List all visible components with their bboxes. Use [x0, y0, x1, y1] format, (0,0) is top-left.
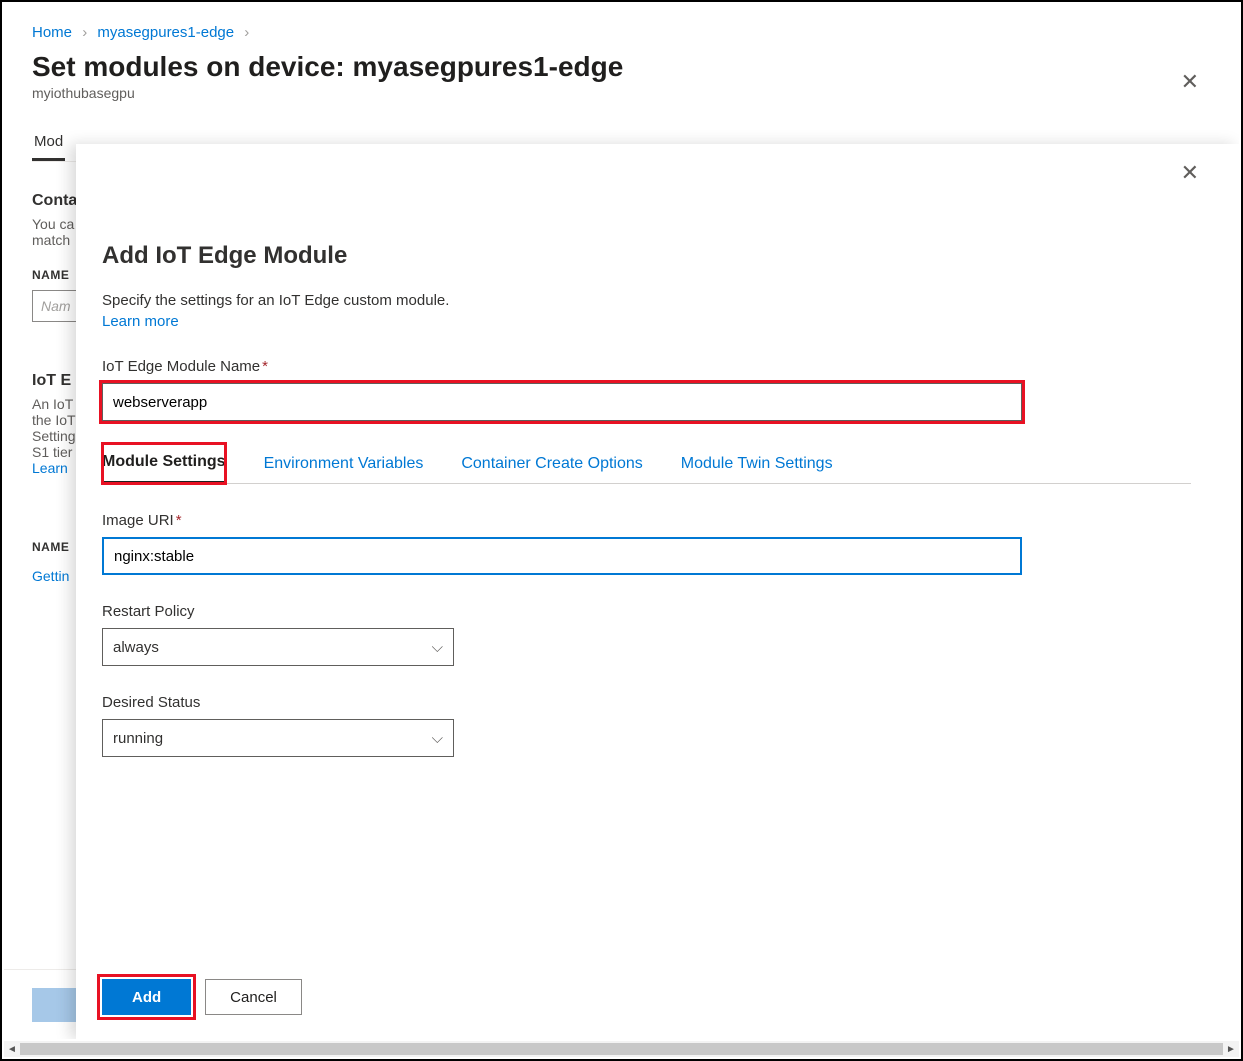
chevron-right-icon: ›	[82, 24, 87, 41]
bg-footer-button[interactable]	[32, 988, 76, 1022]
desired-status-label: Desired Status	[102, 694, 1191, 711]
horizontal-scrollbar[interactable]: ◄ ►	[4, 1041, 1239, 1057]
desired-status-select[interactable]: running ⌵	[102, 719, 454, 757]
learn-link[interactable]: Learn	[32, 460, 68, 476]
breadcrumb-home[interactable]: Home	[32, 24, 72, 41]
breadcrumb-device[interactable]: myasegpures1-edge	[97, 24, 234, 41]
add-module-panel: ✕ Add IoT Edge Module Specify the settin…	[76, 144, 1239, 1039]
restart-policy-select[interactable]: always ⌵	[102, 628, 454, 666]
panel-footer: Add Cancel	[102, 959, 1191, 1015]
chevron-right-icon: ›	[244, 24, 249, 41]
tab-module-settings[interactable]: Module Settings	[102, 443, 226, 484]
panel-title: Add IoT Edge Module	[102, 242, 1191, 270]
image-uri-label: Image URI*	[102, 512, 1191, 529]
row-getting-started[interactable]: Gettin	[32, 568, 69, 584]
chevron-down-icon: ⌵	[432, 639, 443, 656]
breadcrumb: Home › myasegpures1-edge ›	[32, 24, 1211, 41]
add-button[interactable]: Add	[102, 979, 191, 1015]
restart-policy-label: Restart Policy	[102, 603, 1191, 620]
scroll-left-icon[interactable]: ◄	[4, 1044, 20, 1055]
image-uri-input[interactable]	[102, 537, 1022, 575]
chevron-down-icon: ⌵	[432, 730, 443, 747]
scroll-right-icon[interactable]: ►	[1223, 1044, 1239, 1055]
tab-environment-variables[interactable]: Environment Variables	[264, 445, 424, 483]
page-subtitle: myiothubasegpu	[32, 85, 1211, 101]
tab-container-create-options[interactable]: Container Create Options	[461, 445, 642, 483]
module-name-input[interactable]	[102, 383, 1022, 421]
cancel-button[interactable]: Cancel	[205, 979, 302, 1015]
close-icon[interactable]: ✕	[1181, 69, 1199, 95]
tab-module-twin-settings[interactable]: Module Twin Settings	[681, 445, 833, 483]
page-title: Set modules on device: myasegpures1-edge	[32, 51, 1211, 83]
desired-status-value: running	[113, 730, 163, 747]
panel-tabs: Module Settings Environment Variables Co…	[102, 443, 1191, 484]
panel-description: Specify the settings for an IoT Edge cus…	[102, 292, 1191, 309]
tab-modules[interactable]: Mod	[32, 125, 65, 161]
close-icon[interactable]: ✕	[1181, 160, 1199, 186]
module-name-label: IoT Edge Module Name*	[102, 358, 1191, 375]
restart-policy-value: always	[113, 639, 159, 656]
learn-more-link[interactable]: Learn more	[102, 313, 1191, 330]
